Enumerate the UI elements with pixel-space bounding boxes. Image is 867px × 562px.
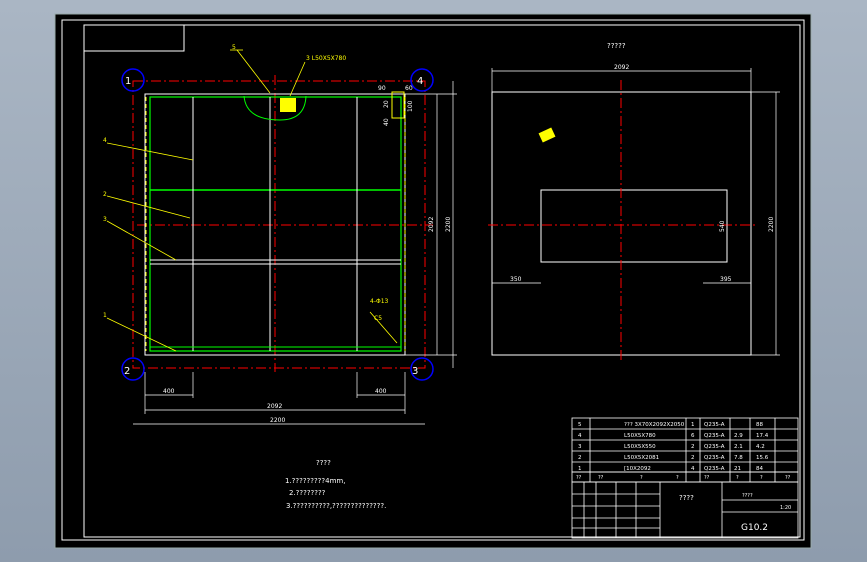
side-left-text: 350 [510, 276, 522, 283]
side-slot-text: 540 [719, 220, 726, 232]
dim-vert-2092: 2092 [428, 217, 435, 232]
corner-number-1: 1 [125, 76, 131, 87]
dim-40: 40 [383, 118, 390, 126]
side-view-title: ????? [607, 42, 626, 50]
corner-number-4: 4 [417, 76, 423, 87]
cad-drawing: 1 2 3 4 5 4 2 3 1 3 L50X5X780 4-Φ13 C5 4… [54, 13, 812, 549]
bom-cell-name: L50X5X780 [624, 433, 656, 439]
bom-header-total: ? [736, 475, 739, 481]
dim-100: 100 [407, 100, 414, 112]
bom-cell-material: Q235-A [704, 422, 725, 428]
bom-cell-name: [10X2092 [624, 466, 651, 472]
bom-cell-unit: 2.9 [734, 433, 743, 439]
corner-sym-note: C5 [374, 315, 382, 322]
bom-cell-name: ??? 3X70X2092X2050 [624, 422, 685, 428]
corner-hole-note: 4-Φ13 [370, 298, 389, 305]
dim-60: 60 [405, 85, 413, 92]
tech-note-2: 2.???????? [289, 489, 326, 497]
weld-note: 3 L50X5X780 [306, 55, 346, 62]
corner-number-2: 2 [124, 366, 130, 377]
bom-cell-total: 84 [756, 466, 763, 472]
bom-header-name: ?? [598, 475, 604, 481]
bom-header-remark: ? [760, 475, 763, 481]
bom-cell-no: 5 [578, 422, 582, 428]
dim-90: 90 [378, 85, 386, 92]
weld-mark [280, 98, 296, 112]
bom-header-no: ?? [576, 475, 582, 481]
bom-cell-qty: 2 [691, 455, 695, 461]
bom-cell-qty: 2 [691, 444, 695, 450]
tech-notes-title: ???? [316, 459, 331, 467]
bom-cell-qty: 1 [691, 422, 695, 428]
bom-header-extra: ?? [785, 475, 791, 481]
bom-cell-material: Q235-A [704, 466, 725, 472]
balloon-2: 2 [103, 191, 107, 198]
dim-right-400: 400 [375, 388, 387, 395]
corner-number-3: 3 [412, 366, 418, 377]
bom-cell-qty: 4 [691, 466, 695, 472]
scale-label: 1:20 [780, 505, 791, 511]
bom-cell-material: Q235-A [704, 455, 725, 461]
bom-cell-no: 2 [578, 455, 582, 461]
balloon-4: 4 [103, 137, 107, 144]
balloon-5: 5 [232, 44, 236, 51]
dim-2200: 2200 [270, 417, 285, 424]
balloon-1: 1 [103, 312, 107, 319]
bom-cell-material: Q235-A [704, 433, 725, 439]
dim-20: 20 [383, 100, 390, 108]
bom-cell-unit: 21 [734, 466, 741, 472]
bom-cell-no: 4 [578, 433, 582, 439]
sheet-label: ???? [742, 493, 753, 499]
bom-cell-total: 17.4 [756, 433, 769, 439]
bom-cell-total: 88 [756, 422, 763, 428]
bom-cell-total: 4.2 [756, 444, 765, 450]
side-height-text: 2200 [768, 217, 775, 232]
bom-cell-total: 15.6 [756, 455, 769, 461]
side-width-text: 2092 [614, 64, 629, 71]
tech-note-1: 1.?????????4mm, [285, 477, 345, 485]
balloon-3: 3 [103, 216, 107, 223]
bom-cell-name: L50X5X2081 [624, 455, 659, 461]
bom-cell-no: 3 [578, 444, 582, 450]
bom-cell-material: Q235-A [704, 444, 725, 450]
bom-cell-unit: 7.8 [734, 455, 743, 461]
bom-cell-name: L50X5X550 [624, 444, 656, 450]
drawing-name: ???? [679, 494, 694, 502]
drawing-number: G10.2 [741, 523, 768, 533]
dim-2092: 2092 [267, 403, 282, 410]
dim-vert-2200: 2200 [445, 217, 452, 232]
side-right-text: 395 [720, 276, 732, 283]
bom-cell-no: 1 [578, 466, 582, 472]
tech-note-3: 3.??????????,??????????????. [286, 502, 386, 510]
bom-cell-qty: 6 [691, 433, 695, 439]
bom-header-qty: ? [640, 475, 643, 481]
bom-header-mat: ? [676, 475, 679, 481]
bom-cell-unit: 2.1 [734, 444, 743, 450]
bom-header-unit: ?? [704, 475, 710, 481]
dim-left-400: 400 [163, 388, 175, 395]
